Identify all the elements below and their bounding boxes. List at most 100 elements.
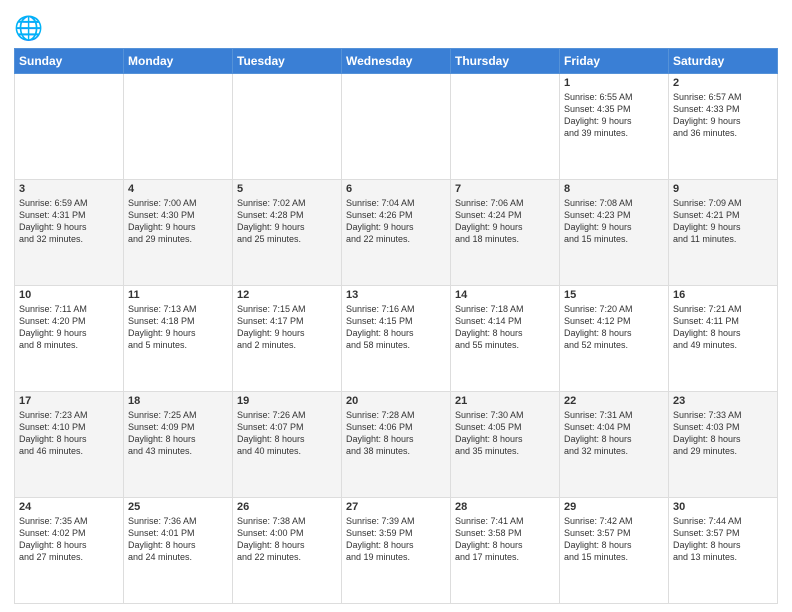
- day-number: 29: [564, 501, 664, 513]
- logo: 🌐: [14, 14, 46, 42]
- day-number: 15: [564, 289, 664, 301]
- col-header-friday: Friday: [560, 49, 669, 74]
- day-cell: 2Sunrise: 6:57 AM Sunset: 4:33 PM Daylig…: [669, 74, 778, 180]
- day-cell: 17 Sunrise: 7:23 AM Sunset: 4:10 PM Dayli…: [15, 392, 124, 498]
- week-row-5: 24 Sunrise: 7:35 AM Sunset: 4:02 PM Dayli…: [15, 498, 778, 604]
- col-header-tuesday: Tuesday: [233, 49, 342, 74]
- day-info: Sunrise: 7:00 AM Sunset: 4:30 PM Dayligh…: [128, 197, 228, 246]
- day-number: 20: [346, 395, 446, 407]
- day-number: 27: [346, 501, 446, 513]
- col-header-thursday: Thursday: [451, 49, 560, 74]
- day-cell: 6 Sunrise: 7:04 AM Sunset: 4:26 PM Daylig…: [342, 180, 451, 286]
- day-info: Sunrise: 7:20 AM Sunset: 4:12 PM Dayligh…: [564, 303, 664, 352]
- day-info: Sunrise: 7:13 AM Sunset: 4:18 PM Dayligh…: [128, 303, 228, 352]
- day-info: Sunrise: 7:09 AM Sunset: 4:21 PM Dayligh…: [673, 197, 773, 246]
- day-number: 23: [673, 395, 773, 407]
- day-number: 30: [673, 501, 773, 513]
- day-number: 25: [128, 501, 228, 513]
- day-cell: 5 Sunrise: 7:02 AM Sunset: 4:28 PM Daylig…: [233, 180, 342, 286]
- day-number: 13: [346, 289, 446, 301]
- day-cell: 10 Sunrise: 7:11 AM Sunset: 4:20 PM Dayli…: [15, 286, 124, 392]
- day-info: Sunrise: 7:36 AM Sunset: 4:01 PM Dayligh…: [128, 515, 228, 564]
- day-cell: 27 Sunrise: 7:39 AM Sunset: 3:59 PM Dayli…: [342, 498, 451, 604]
- col-header-sunday: Sunday: [15, 49, 124, 74]
- day-number: 9: [673, 183, 773, 195]
- day-info: Sunrise: 7:41 AM Sunset: 3:58 PM Dayligh…: [455, 515, 555, 564]
- day-info: Sunrise: 6:55 AM Sunset: 4:35 PM Dayligh…: [564, 91, 664, 140]
- day-info: Sunrise: 7:31 AM Sunset: 4:04 PM Dayligh…: [564, 409, 664, 458]
- day-info: Sunrise: 7:16 AM Sunset: 4:15 PM Dayligh…: [346, 303, 446, 352]
- day-number: 21: [455, 395, 555, 407]
- day-info: Sunrise: 7:18 AM Sunset: 4:14 PM Dayligh…: [455, 303, 555, 352]
- week-row-1: 1 Sunrise: 6:55 AM Sunset: 4:35 PM Daylig…: [15, 74, 778, 180]
- day-number: 16: [673, 289, 773, 301]
- day-number: 1: [564, 77, 664, 89]
- day-number: 5: [237, 183, 337, 195]
- day-cell: 7 Sunrise: 7:06 AM Sunset: 4:24 PM Daylig…: [451, 180, 560, 286]
- day-cell: [233, 74, 342, 180]
- week-row-2: 3 Sunrise: 6:59 AM Sunset: 4:31 PM Daylig…: [15, 180, 778, 286]
- day-cell: [451, 74, 560, 180]
- day-info: Sunrise: 7:04 AM Sunset: 4:26 PM Dayligh…: [346, 197, 446, 246]
- day-info: Sunrise: 7:15 AM Sunset: 4:17 PM Dayligh…: [237, 303, 337, 352]
- week-row-3: 10 Sunrise: 7:11 AM Sunset: 4:20 PM Dayli…: [15, 286, 778, 392]
- day-info: Sunrise: 7:38 AM Sunset: 4:00 PM Dayligh…: [237, 515, 337, 564]
- svg-text:🌐: 🌐: [14, 14, 42, 42]
- day-number: 24: [19, 501, 119, 513]
- day-info: Sunrise: 7:33 AM Sunset: 4:03 PM Dayligh…: [673, 409, 773, 458]
- day-number: 14: [455, 289, 555, 301]
- day-number: 18: [128, 395, 228, 407]
- day-number: 7: [455, 183, 555, 195]
- day-cell: 29 Sunrise: 7:42 AM Sunset: 3:57 PM Dayli…: [560, 498, 669, 604]
- day-cell: 13 Sunrise: 7:16 AM Sunset: 4:15 PM Dayli…: [342, 286, 451, 392]
- day-cell: 12 Sunrise: 7:15 AM Sunset: 4:17 PM Dayli…: [233, 286, 342, 392]
- day-number: 2: [673, 77, 773, 89]
- day-info: Sunrise: 7:06 AM Sunset: 4:24 PM Dayligh…: [455, 197, 555, 246]
- day-number: 3: [19, 183, 119, 195]
- day-cell: 25 Sunrise: 7:36 AM Sunset: 4:01 PM Dayli…: [124, 498, 233, 604]
- day-cell: [124, 74, 233, 180]
- day-info: Sunrise: 6:59 AM Sunset: 4:31 PM Dayligh…: [19, 197, 119, 246]
- day-number: 6: [346, 183, 446, 195]
- day-number: 26: [237, 501, 337, 513]
- day-info: Sunrise: 7:02 AM Sunset: 4:28 PM Dayligh…: [237, 197, 337, 246]
- day-info: Sunrise: 7:35 AM Sunset: 4:02 PM Dayligh…: [19, 515, 119, 564]
- day-cell: 23 Sunrise: 7:33 AM Sunset: 4:03 PM Dayli…: [669, 392, 778, 498]
- col-header-saturday: Saturday: [669, 49, 778, 74]
- day-cell: 19Sunrise: 7:26 AM Sunset: 4:07 PM Dayli…: [233, 392, 342, 498]
- day-number: 4: [128, 183, 228, 195]
- day-number: 17: [19, 395, 119, 407]
- day-cell: 18 Sunrise: 7:25 AM Sunset: 4:09 PM Dayli…: [124, 392, 233, 498]
- day-cell: 14 Sunrise: 7:18 AM Sunset: 4:14 PM Dayli…: [451, 286, 560, 392]
- day-number: 8: [564, 183, 664, 195]
- day-info: Sunrise: 7:28 AM Sunset: 4:06 PM Dayligh…: [346, 409, 446, 458]
- week-row-4: 17 Sunrise: 7:23 AM Sunset: 4:10 PM Dayli…: [15, 392, 778, 498]
- day-info: Sunrise: 7:25 AM Sunset: 4:09 PM Dayligh…: [128, 409, 228, 458]
- day-cell: 1 Sunrise: 6:55 AM Sunset: 4:35 PM Daylig…: [560, 74, 669, 180]
- day-cell: 16Sunrise: 7:21 AM Sunset: 4:11 PM Dayli…: [669, 286, 778, 392]
- col-header-wednesday: Wednesday: [342, 49, 451, 74]
- calendar-table: SundayMondayTuesdayWednesdayThursdayFrid…: [14, 48, 778, 604]
- day-number: 10: [19, 289, 119, 301]
- day-info: Sunrise: 7:39 AM Sunset: 3:59 PM Dayligh…: [346, 515, 446, 564]
- day-cell: 3 Sunrise: 6:59 AM Sunset: 4:31 PM Daylig…: [15, 180, 124, 286]
- day-number: 22: [564, 395, 664, 407]
- day-cell: 30Sunrise: 7:44 AM Sunset: 3:57 PM Dayli…: [669, 498, 778, 604]
- day-cell: [342, 74, 451, 180]
- col-header-monday: Monday: [124, 49, 233, 74]
- day-info: Sunrise: 7:30 AM Sunset: 4:05 PM Dayligh…: [455, 409, 555, 458]
- day-info: Sunrise: 7:23 AM Sunset: 4:10 PM Dayligh…: [19, 409, 119, 458]
- day-info: Sunrise: 7:11 AM Sunset: 4:20 PM Dayligh…: [19, 303, 119, 352]
- day-number: 28: [455, 501, 555, 513]
- day-number: 19: [237, 395, 337, 407]
- day-cell: [15, 74, 124, 180]
- day-info: Sunrise: 7:08 AM Sunset: 4:23 PM Dayligh…: [564, 197, 664, 246]
- day-number: 12: [237, 289, 337, 301]
- day-info: Sunrise: 7:42 AM Sunset: 3:57 PM Dayligh…: [564, 515, 664, 564]
- day-cell: 11Sunrise: 7:13 AM Sunset: 4:18 PM Dayli…: [124, 286, 233, 392]
- day-cell: 20 Sunrise: 7:28 AM Sunset: 4:06 PM Dayli…: [342, 392, 451, 498]
- day-cell: 15 Sunrise: 7:20 AM Sunset: 4:12 PM Dayli…: [560, 286, 669, 392]
- day-cell: 22 Sunrise: 7:31 AM Sunset: 4:04 PM Dayli…: [560, 392, 669, 498]
- day-cell: 4 Sunrise: 7:00 AM Sunset: 4:30 PM Daylig…: [124, 180, 233, 286]
- day-cell: 21 Sunrise: 7:30 AM Sunset: 4:05 PM Dayli…: [451, 392, 560, 498]
